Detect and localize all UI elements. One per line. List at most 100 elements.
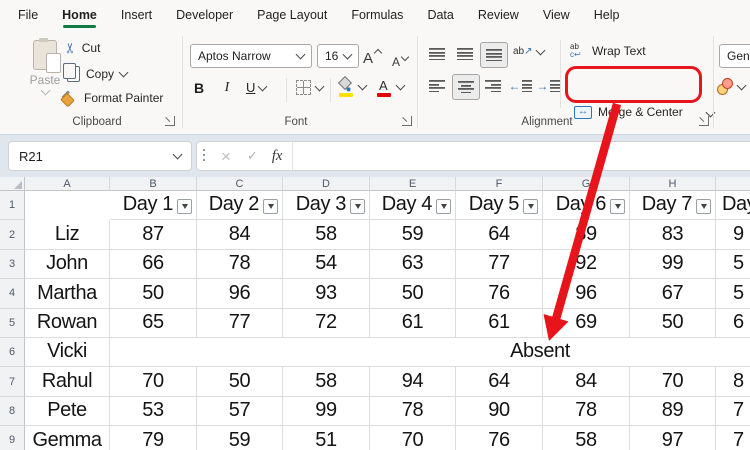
number-format-combobox[interactable]: Gene xyxy=(719,44,750,68)
tab-formulas[interactable]: Formulas xyxy=(339,0,415,30)
cell-partial[interactable]: 8 xyxy=(716,367,750,396)
align-right-button[interactable] xyxy=(480,74,506,98)
cell[interactable]: 50 xyxy=(197,367,283,396)
tab-home[interactable]: Home xyxy=(50,0,109,30)
tab-page-layout[interactable]: Page Layout xyxy=(245,0,339,30)
cell[interactable]: 54 xyxy=(283,250,370,279)
filter-button[interactable] xyxy=(523,199,538,214)
row-header-8[interactable]: 8 xyxy=(0,397,25,426)
column-header-F[interactable]: F xyxy=(456,177,543,191)
italic-button[interactable]: I xyxy=(216,76,238,100)
row-header-2[interactable]: 2 xyxy=(0,220,25,249)
column-header-G[interactable]: G xyxy=(543,177,630,191)
column-header-C[interactable]: C xyxy=(197,177,283,191)
cell[interactable]: 69 xyxy=(543,309,630,338)
formula-input[interactable] xyxy=(292,142,750,170)
underline-button[interactable]: U xyxy=(246,80,266,95)
alignment-dialog-launcher-icon[interactable] xyxy=(699,116,709,126)
merge-center-button[interactable]: ↔ Merge & Center xyxy=(574,105,683,119)
column-header-B[interactable]: B xyxy=(110,177,197,191)
decrease-indent-button[interactable]: ← xyxy=(508,74,532,98)
cell[interactable]: 58 xyxy=(543,426,630,450)
cell[interactable]: 76 xyxy=(456,279,543,308)
cell-day-header[interactable]: Day 1 xyxy=(110,191,197,220)
row-header-6[interactable]: 6 xyxy=(0,338,25,367)
fill-color-button[interactable] xyxy=(338,77,366,97)
align-middle-button[interactable] xyxy=(452,42,478,66)
cell-name[interactable]: Gemma xyxy=(25,426,110,450)
filter-button[interactable] xyxy=(177,199,192,214)
filter-button[interactable] xyxy=(610,199,625,214)
cell-day-header[interactable]: Day 7 xyxy=(630,191,716,220)
cell-day-header[interactable]: Day 5 xyxy=(456,191,543,220)
tab-help[interactable]: Help xyxy=(582,0,632,30)
align-left-button[interactable] xyxy=(424,74,450,98)
cancel-icon[interactable]: × xyxy=(213,148,239,165)
row-header-4[interactable]: 4 xyxy=(0,279,25,308)
cell[interactable]: 84 xyxy=(197,220,283,249)
increase-indent-button[interactable]: → xyxy=(536,74,560,98)
cell-name[interactable]: Martha xyxy=(25,279,110,308)
cell[interactable]: 53 xyxy=(110,397,197,426)
cell[interactable]: 51 xyxy=(283,426,370,450)
cell[interactable]: 61 xyxy=(370,309,456,338)
cell[interactable]: 70 xyxy=(370,426,456,450)
cell[interactable]: 70 xyxy=(630,367,716,396)
cell[interactable]: 59 xyxy=(197,426,283,450)
cell[interactable]: 50 xyxy=(370,279,456,308)
tab-view[interactable]: View xyxy=(531,0,582,30)
column-header-E[interactable]: E xyxy=(370,177,456,191)
cell[interactable]: 57 xyxy=(197,397,283,426)
column-header-D[interactable]: D xyxy=(283,177,370,191)
tab-file[interactable]: File xyxy=(6,0,50,30)
merged-absent-cell[interactable]: Absent xyxy=(110,338,750,367)
font-size-combobox[interactable]: 16 xyxy=(317,44,359,68)
cell-partial[interactable]: 9 xyxy=(716,220,750,249)
tab-review[interactable]: Review xyxy=(466,0,531,30)
cell[interactable]: 92 xyxy=(543,250,630,279)
name-box[interactable]: R21 xyxy=(8,141,192,171)
cell[interactable]: 65 xyxy=(110,309,197,338)
cell[interactable]: 67 xyxy=(630,279,716,308)
cell-partial[interactable]: 6 xyxy=(716,309,750,338)
cell[interactable]: 79 xyxy=(110,426,197,450)
font-name-combobox[interactable]: Aptos Narrow xyxy=(190,44,312,68)
font-dialog-launcher-icon[interactable] xyxy=(402,116,412,126)
bold-button[interactable]: B xyxy=(188,76,210,100)
copy-button[interactable]: Copy xyxy=(64,66,127,82)
cell-name[interactable]: Pete xyxy=(25,397,110,426)
tab-data[interactable]: Data xyxy=(415,0,465,30)
cell[interactable]: 64 xyxy=(456,220,543,249)
cell-name[interactable]: John xyxy=(25,250,110,279)
align-bottom-button[interactable] xyxy=(480,42,508,68)
drag-handle-icon[interactable] xyxy=(203,149,205,163)
cell-day-header[interactable]: Day 3 xyxy=(283,191,370,220)
cell[interactable]: 63 xyxy=(370,250,456,279)
cell-name[interactable]: Rowan xyxy=(25,309,110,338)
tab-developer[interactable]: Developer xyxy=(164,0,245,30)
accounting-format-button[interactable] xyxy=(717,78,745,95)
column-header-H[interactable]: H xyxy=(630,177,716,191)
clipboard-dialog-launcher-icon[interactable] xyxy=(165,116,175,126)
enter-icon[interactable]: ✓ xyxy=(239,148,266,164)
orientation-button[interactable]: ab↗ xyxy=(513,46,544,57)
filter-button[interactable] xyxy=(350,199,365,214)
row-header-7[interactable]: 7 xyxy=(0,367,25,396)
cell[interactable]: 70 xyxy=(110,367,197,396)
cell[interactable]: 89 xyxy=(543,220,630,249)
cell[interactable]: 84 xyxy=(543,367,630,396)
grow-font-button[interactable]: A xyxy=(363,42,381,68)
cell[interactable]: 99 xyxy=(630,250,716,279)
font-color-button[interactable]: A xyxy=(376,77,404,97)
cell[interactable]: 94 xyxy=(370,367,456,396)
cell-name[interactable]: Liz xyxy=(25,220,110,249)
cell[interactable]: 90 xyxy=(456,397,543,426)
row-header-9[interactable]: 9 xyxy=(0,426,25,450)
align-top-button[interactable] xyxy=(424,42,450,66)
wrap-text-button[interactable]: abc↩ Wrap Text xyxy=(570,43,646,59)
cell[interactable]: 97 xyxy=(630,426,716,450)
row-header-3[interactable]: 3 xyxy=(0,250,25,279)
cell-name[interactable]: Vicki xyxy=(25,338,110,367)
column-header-I[interactable]: I xyxy=(716,177,750,191)
cell[interactable]: 64 xyxy=(456,367,543,396)
